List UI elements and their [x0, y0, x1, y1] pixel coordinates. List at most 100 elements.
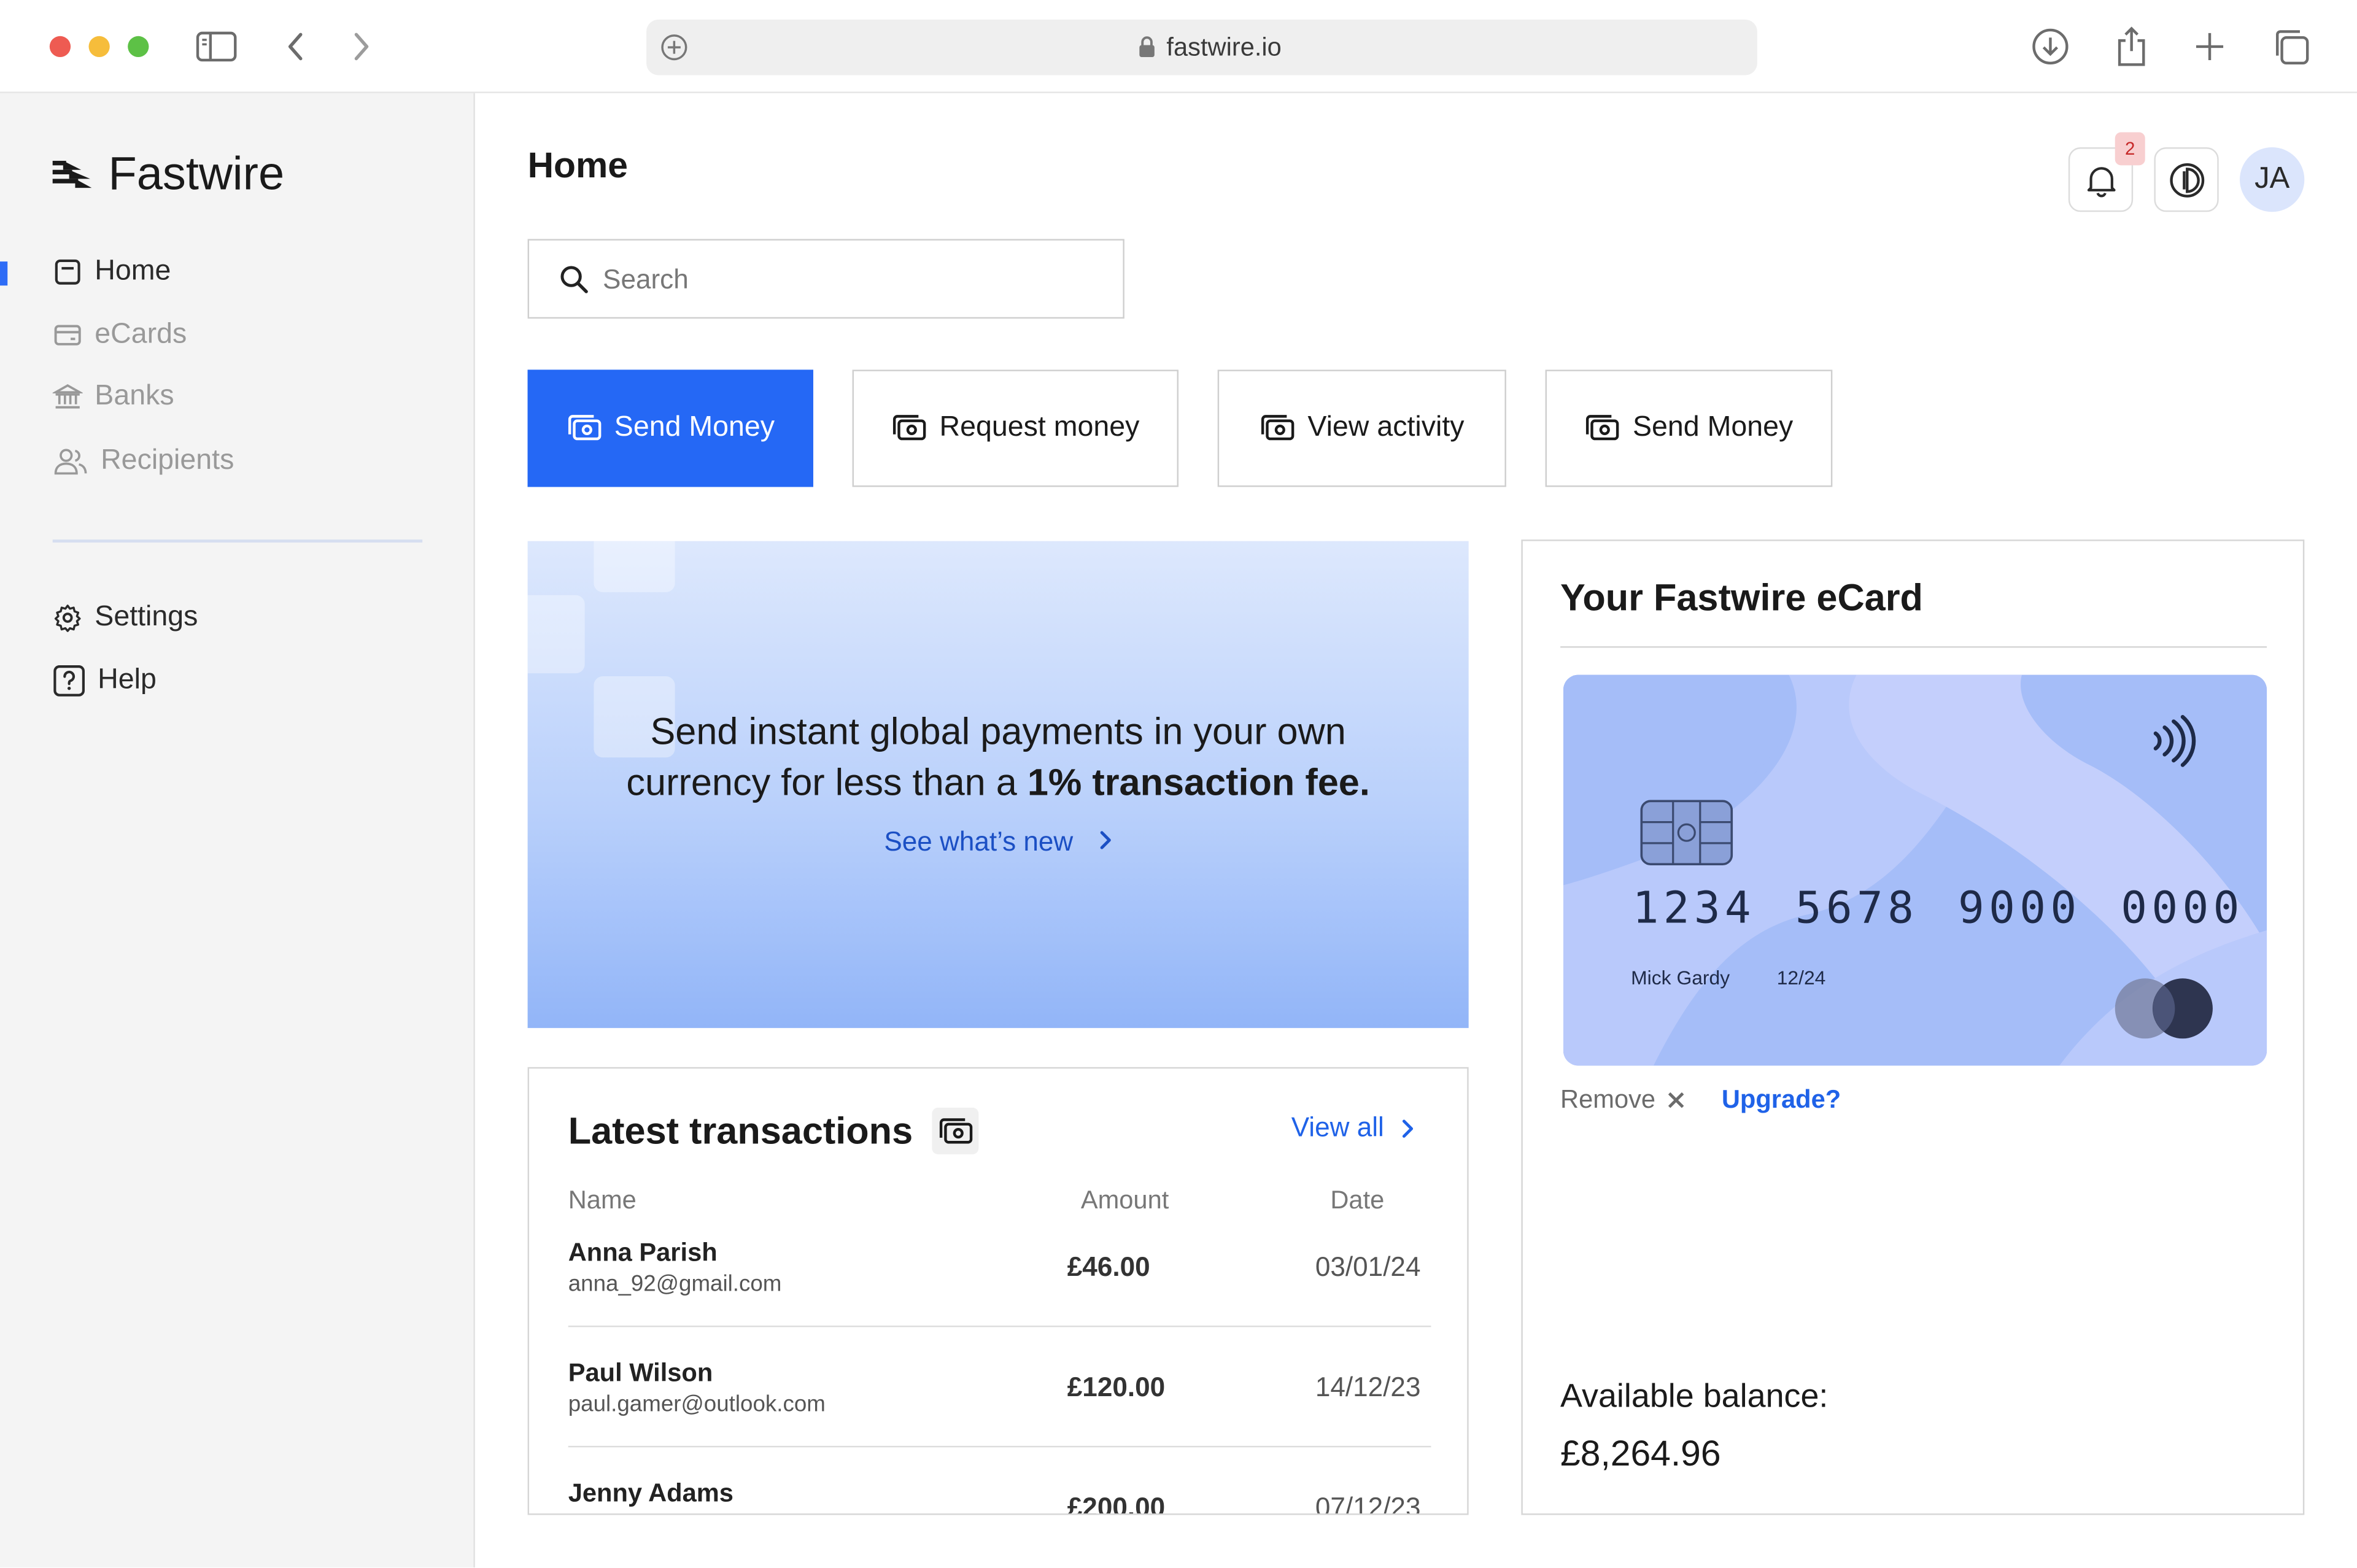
row-divider [568, 1326, 1431, 1327]
column-header-date: Date [1330, 1186, 1385, 1215]
new-tab-icon[interactable] [2189, 26, 2231, 68]
minimize-window-button[interactable] [88, 36, 110, 58]
download-icon[interactable] [2029, 26, 2072, 68]
sidebar-item-recipients[interactable]: Recipients [53, 445, 234, 478]
decor-tile [594, 541, 675, 592]
main-content: Home 2 JA Send Money Request money View … [474, 93, 2357, 1568]
search-icon [560, 266, 588, 293]
ecard-title: Your Fastwire eCard [1560, 577, 1923, 619]
users-icon [54, 449, 87, 475]
active-nav-marker [0, 261, 8, 286]
close-icon [1668, 1092, 1685, 1108]
see-whats-new-label: See what’s new [884, 826, 1074, 857]
bell-icon [2086, 166, 2115, 197]
theme-toggle-button[interactable] [2154, 147, 2219, 212]
column-header-name: Name [568, 1186, 637, 1215]
transaction-date: 03/01/24 [1315, 1252, 1421, 1282]
card-chip-icon [1640, 800, 1733, 866]
see-whats-new-link[interactable]: See what’s new [528, 827, 1469, 858]
sidebar-item-label: eCards [95, 319, 187, 350]
add-tab-circle-icon[interactable] [660, 33, 689, 62]
send-money-label: Send Money [614, 412, 775, 444]
row-divider [568, 1445, 1431, 1448]
ecard-panel: Your Fastwire eCard 1234 5678 9000 0000 … [1521, 539, 2305, 1515]
card-icon [54, 325, 81, 346]
user-avatar[interactable]: JA [2240, 147, 2305, 212]
transaction-row[interactable]: Anna Parish anna_92@gmail.com £46.00 03/… [568, 1238, 1431, 1359]
request-money-label: Request money [939, 412, 1140, 444]
card-expiry: 12/24 [1776, 966, 1826, 989]
view-activity-label: View activity [1307, 412, 1465, 444]
close-window-button[interactable] [49, 36, 71, 58]
back-icon[interactable] [275, 26, 317, 68]
sidebar-item-settings[interactable]: Settings [53, 601, 198, 635]
sidebar-item-label: Help [98, 664, 157, 696]
address-bar[interactable]: fastwire.io [646, 19, 1757, 75]
sidebar-item-banks[interactable]: Banks [52, 380, 174, 414]
view-activity-button[interactable]: View activity [1217, 369, 1506, 487]
url-text: fastwire.io [1166, 33, 1282, 62]
page: fastwire.io Fastwire Home eCards Banks R… [0, 0, 2357, 1568]
view-all-label: View all [1291, 1112, 1384, 1143]
send-money-secondary-button[interactable]: Send Money [1545, 369, 1833, 487]
request-money-button[interactable]: Request money [852, 369, 1179, 487]
available-balance-value: £8,264.96 [1560, 1434, 1721, 1475]
chevron-right-icon [1402, 1119, 1413, 1137]
recipient-name: Anna Parish [568, 1238, 718, 1267]
recipient-name: Paul Wilson [568, 1358, 713, 1388]
promo-banner: Send instant global payments in your own… [527, 541, 1469, 1029]
maximize-window-button[interactable] [128, 36, 149, 58]
available-balance-label: Available balance: [1560, 1377, 1829, 1415]
card-holder-name: Mick Gardy [1631, 966, 1730, 989]
view-all-link[interactable]: View all [1291, 1112, 1417, 1143]
decor-tile [527, 595, 585, 674]
transaction-amount: £46.00 [1067, 1252, 1150, 1282]
sidebar: Fastwire Home eCards Banks Recipients Se… [0, 93, 475, 1568]
send-money-button[interactable]: Send Money [527, 369, 813, 487]
payment-card[interactable]: 1234 5678 9000 0000 Mick Gardy 12/24 [1563, 674, 2267, 1066]
share-icon[interactable] [2110, 26, 2153, 68]
latest-transactions-card: Latest transactions View all Name Amount… [527, 1067, 1469, 1515]
home-icon [55, 259, 80, 285]
transactions-title: Latest transactions [568, 1110, 913, 1153]
send-money-secondary-label: Send Money [1632, 412, 1794, 444]
recipient-email: paul.gamer@outlook.com [568, 1391, 826, 1418]
promo-text: Send instant global payments in your own… [528, 706, 1469, 809]
card-network-logo-icon [2115, 978, 2213, 1039]
promo-line-1: Send instant global payments in your own [650, 711, 1346, 753]
contactless-icon [2153, 714, 2196, 767]
sidebar-item-label: Settings [95, 601, 198, 633]
forward-icon[interactable] [339, 26, 382, 68]
promo-line-2: currency for less than a 1% transaction … [528, 757, 1469, 808]
recipient-email: anna_92@gmail.com [568, 1271, 782, 1297]
column-header-amount: Amount [1080, 1186, 1169, 1215]
remove-card-button[interactable]: Remove [1560, 1085, 1686, 1115]
brand-logo[interactable]: Fastwire [51, 147, 284, 201]
lock-icon [1139, 36, 1155, 58]
notification-badge: 2 [2115, 132, 2145, 166]
transaction-amount: £120.00 [1067, 1372, 1166, 1402]
sidebar-item-help[interactable]: Help [53, 664, 157, 697]
sidebar-toggle-icon[interactable] [195, 26, 238, 68]
page-title: Home [527, 145, 628, 187]
help-icon [53, 665, 85, 697]
upgrade-link[interactable]: Upgrade? [1722, 1085, 1841, 1115]
search-input[interactable] [603, 258, 1099, 301]
remove-label: Remove [1560, 1085, 1656, 1114]
transaction-date: 14/12/23 [1315, 1372, 1421, 1402]
transaction-date: 07/12/23 [1315, 1492, 1421, 1515]
brand-name: Fastwire [108, 147, 285, 200]
sidebar-item-ecards[interactable]: eCards [53, 319, 187, 352]
chevron-right-icon [1097, 827, 1112, 858]
promo-line-2-bold: 1% transaction fee. [1027, 762, 1370, 805]
bank-icon [52, 384, 83, 409]
sidebar-item-home[interactable]: Home [53, 255, 171, 288]
tab-overview-icon[interactable] [2270, 26, 2312, 68]
search-box[interactable] [527, 239, 1124, 319]
sidebar-item-label: Recipients [101, 444, 234, 477]
browser-toolbar: fastwire.io [0, 0, 2357, 93]
recipient-name: Jenny Adams [568, 1478, 733, 1508]
transaction-row[interactable]: Jenny Adams £200.00 07/12/23 [568, 1478, 1431, 1515]
ecard-divider [1560, 646, 2267, 648]
transaction-row[interactable]: Paul Wilson paul.gamer@outlook.com £120.… [568, 1359, 1431, 1479]
